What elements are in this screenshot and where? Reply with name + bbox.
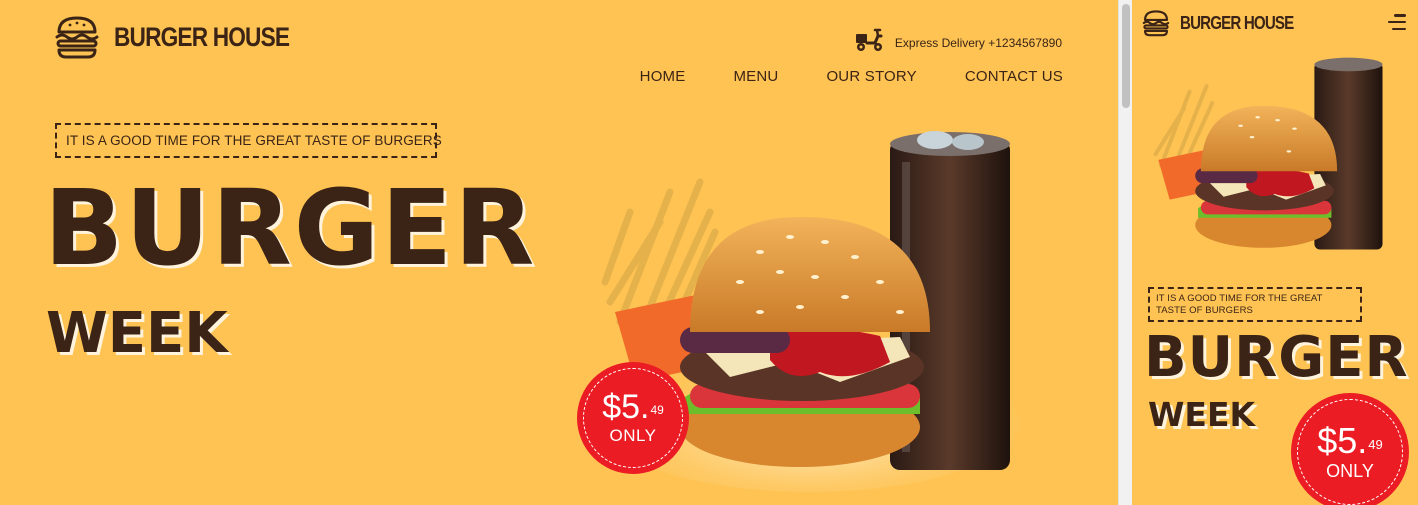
- nav-contact-us[interactable]: CONTACT US: [965, 68, 1063, 85]
- nav-menu[interactable]: MENU: [733, 68, 778, 85]
- brand-name: BURGER HOUSE: [114, 21, 290, 52]
- burger-icon: [54, 14, 100, 60]
- burger-icon: [1142, 9, 1170, 37]
- hero-headline: BURGER: [44, 167, 537, 289]
- burger-combo-image-mobile: [1140, 52, 1398, 262]
- nav-our-story[interactable]: OUR STORY: [826, 68, 916, 85]
- price-cents: 49: [1368, 436, 1383, 452]
- delivery-scooter-icon: [855, 27, 883, 58]
- hero-subheadline-mobile: WEEK: [1148, 395, 1256, 434]
- brand-name-mobile: BURGER HOUSE: [1180, 12, 1294, 33]
- price-note: ONLY: [609, 426, 657, 445]
- brand-logo[interactable]: BURGER HOUSE: [54, 14, 323, 60]
- scrollbar-thumb[interactable]: [1122, 4, 1130, 108]
- nav-home[interactable]: HOME: [640, 68, 686, 85]
- price-dollars: $5.: [602, 388, 650, 426]
- delivery-phone[interactable]: Express Delivery +1234567890: [895, 36, 1062, 50]
- price-badge: $5. 49 ONLY: [577, 362, 689, 474]
- hero-subheadline: WEEK: [46, 301, 228, 366]
- hero-headline-mobile: BURGER: [1144, 325, 1409, 390]
- price-cents: 49: [650, 403, 664, 417]
- price-note: ONLY: [1326, 460, 1374, 481]
- mobile-viewport: BURGER HOUSE IT IS A GOOD TIME FOR THE G…: [1132, 0, 1418, 505]
- delivery-info: Express Delivery +1234567890: [855, 27, 1062, 58]
- price-dollars: $5.: [1317, 419, 1368, 461]
- hamburger-menu-icon[interactable]: [1388, 14, 1406, 30]
- brand-logo-mobile[interactable]: BURGER HOUSE: [1142, 9, 1315, 37]
- hero-tagline-mobile: IT IS A GOOD TIME FOR THE GREAT TASTE OF…: [1148, 287, 1362, 322]
- vertical-scrollbar[interactable]: [1118, 0, 1132, 505]
- hero-tagline: IT IS A GOOD TIME FOR THE GREAT TASTE OF…: [55, 123, 442, 158]
- desktop-viewport: BURGER HOUSE Express Delivery +123456789…: [0, 0, 1118, 505]
- main-nav: HOME MENU OUR STORY CONTACT US: [640, 68, 1063, 85]
- price-badge-mobile: $5. 49 ONLY: [1291, 393, 1409, 505]
